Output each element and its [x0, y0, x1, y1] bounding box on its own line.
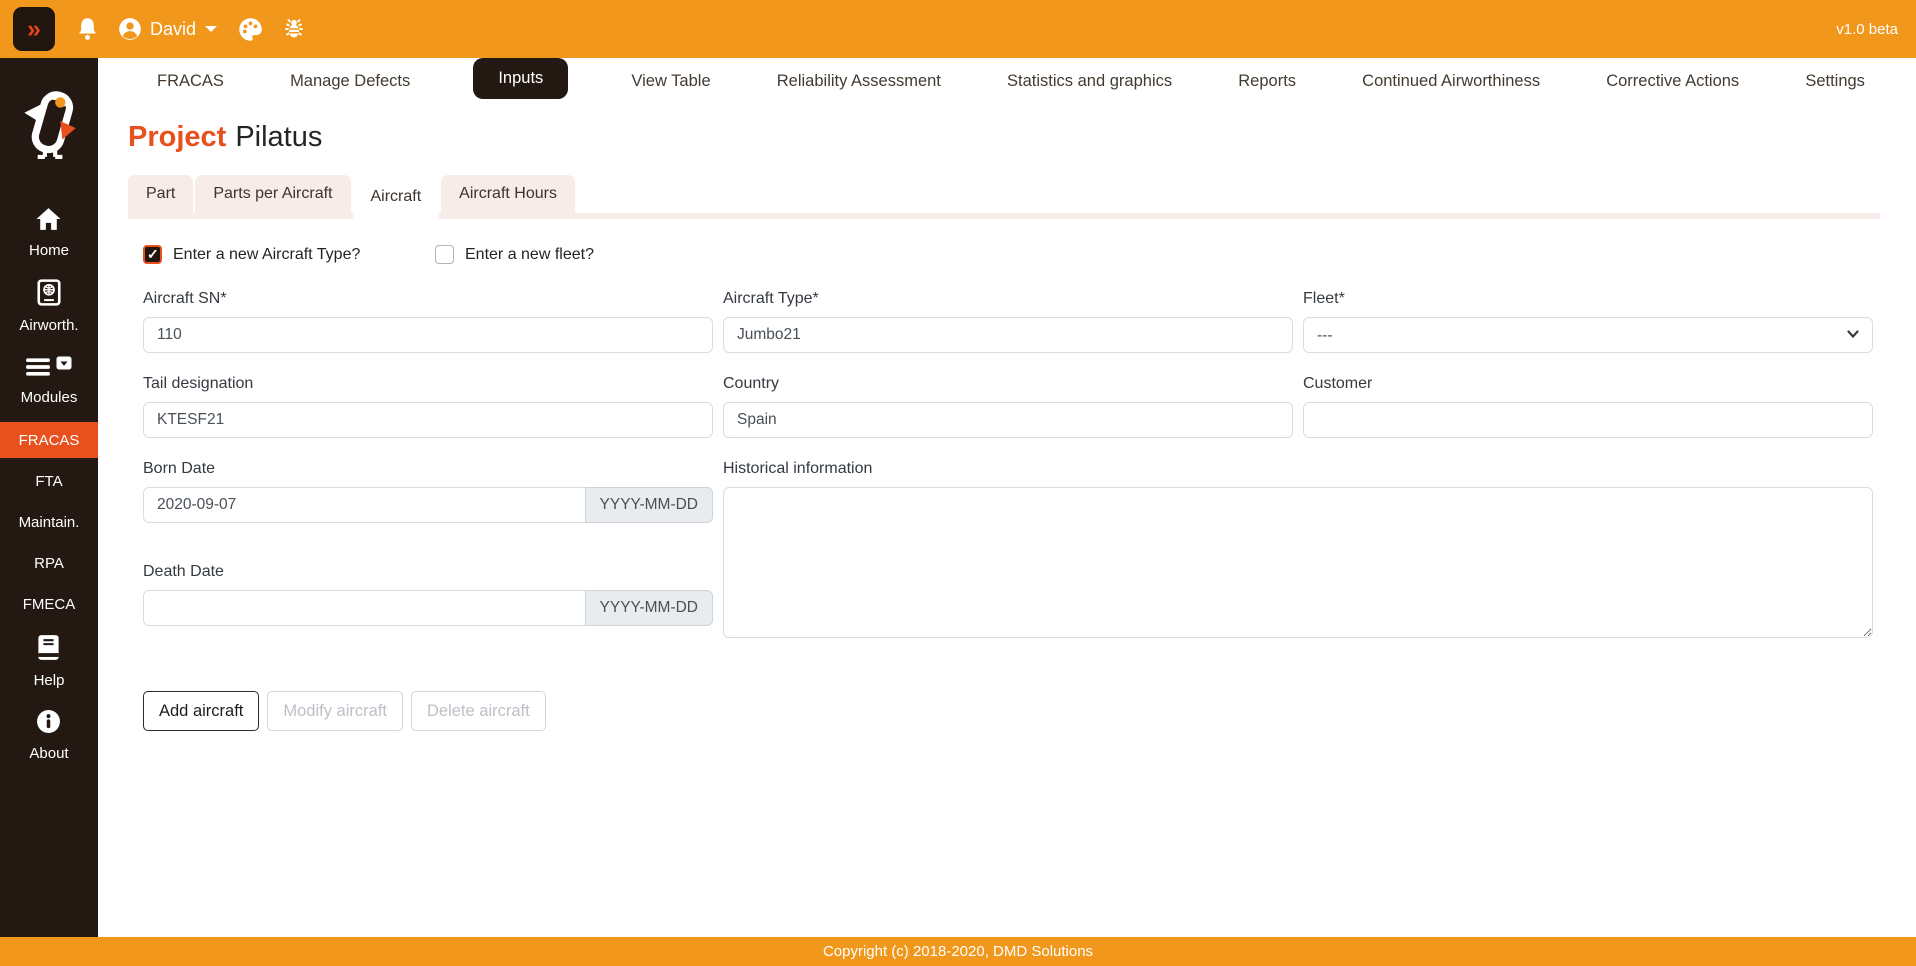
modify-aircraft-button[interactable]: Modify aircraft	[267, 691, 403, 731]
nav-continued-airworthiness[interactable]: Continued Airworthiness	[1359, 58, 1543, 105]
death-date-label: Death Date	[143, 563, 713, 581]
main-content: FRACAS Manage Defects Inputs View Table …	[98, 58, 1916, 937]
born-date-input[interactable]	[143, 487, 586, 523]
aircraft-type-label: Aircraft Type*	[723, 290, 1293, 308]
sidebar-item-about[interactable]: About	[29, 709, 68, 762]
help-book-icon	[36, 634, 61, 666]
double-chevron-icon: »	[27, 17, 41, 42]
aircraft-sn-input[interactable]	[143, 317, 713, 353]
add-aircraft-button[interactable]: Add aircraft	[143, 691, 259, 731]
tab-part[interactable]: Part	[128, 175, 193, 213]
sidebar-item-fmeca[interactable]: FMECA	[23, 596, 76, 613]
user-avatar-icon	[117, 16, 143, 42]
delete-aircraft-button[interactable]: Delete aircraft	[411, 691, 546, 731]
nav-settings[interactable]: Settings	[1802, 58, 1868, 105]
nav-manage-defects[interactable]: Manage Defects	[287, 58, 413, 105]
passport-globe-icon	[37, 279, 61, 311]
nav-fracas[interactable]: FRACAS	[154, 58, 227, 105]
user-name: David	[150, 19, 196, 40]
death-date-format-addon: YYYY-MM-DD	[585, 590, 713, 626]
country-input[interactable]	[723, 402, 1293, 438]
app-logo-bird-icon	[16, 86, 82, 165]
sidebar-item-home[interactable]: Home	[29, 207, 69, 259]
historical-information-textarea[interactable]	[723, 487, 1873, 638]
tab-aircraft-hours[interactable]: Aircraft Hours	[441, 175, 575, 213]
sidebar-item-airworthiness[interactable]: Airworth.	[19, 279, 78, 334]
app-version: v1.0 beta	[1836, 21, 1898, 38]
top-bar: » David v1.0 beta	[0, 0, 1916, 58]
tail-designation-label: Tail designation	[143, 375, 713, 393]
user-menu[interactable]: David	[117, 16, 217, 42]
info-icon	[36, 709, 61, 739]
aircraft-type-input[interactable]	[723, 317, 1293, 353]
aircraft-form: Enter a new Aircraft Type? Enter a new f…	[143, 245, 1873, 731]
nav-view-table[interactable]: View Table	[628, 58, 713, 105]
sidebar-item-maintain[interactable]: Maintain.	[19, 514, 80, 531]
death-date-input[interactable]	[143, 590, 586, 626]
notifications-bell-icon[interactable]	[74, 16, 101, 43]
tail-designation-input[interactable]	[143, 402, 713, 438]
hamburger-menu-icon	[25, 356, 51, 383]
tab-aircraft[interactable]: Aircraft	[353, 175, 440, 219]
historical-information-label: Historical information	[723, 460, 1873, 478]
page-title: Project Pilatus	[128, 121, 1916, 154]
new-aircraft-type-checkbox[interactable]	[143, 245, 162, 264]
customer-label: Customer	[1303, 375, 1873, 393]
fleet-label: Fleet*	[1303, 290, 1873, 308]
tab-parts-per-aircraft[interactable]: Parts per Aircraft	[195, 175, 350, 213]
sidebar-item-fta[interactable]: FTA	[35, 473, 62, 490]
inputs-tabstrip: Part Parts per Aircraft Aircraft Aircraf…	[128, 175, 1880, 219]
sidebar-item-fracas[interactable]: FRACAS	[0, 422, 98, 458]
nav-corrective-actions[interactable]: Corrective Actions	[1603, 58, 1742, 105]
module-nav: FRACAS Manage Defects Inputs View Table …	[98, 58, 1916, 105]
home-icon	[35, 207, 62, 236]
fleet-select[interactable]: ---	[1303, 317, 1873, 353]
nav-inputs[interactable]: Inputs	[473, 58, 568, 99]
chevron-down-icon	[205, 26, 217, 32]
sidebar: Home Airworth. Modules FRACAS FTA Mainta…	[0, 58, 98, 937]
sidebar-collapse-button[interactable]: »	[13, 7, 55, 51]
born-date-label: Born Date	[143, 460, 713, 478]
modules-dropdown-icon[interactable]	[56, 356, 72, 375]
sidebar-item-modules[interactable]: Modules	[21, 356, 78, 406]
nav-reliability-assessment[interactable]: Reliability Assessment	[774, 58, 944, 105]
bug-report-icon[interactable]	[281, 16, 307, 42]
footer: Copyright (c) 2018-2020, DMD Solutions	[0, 937, 1916, 966]
sidebar-item-help[interactable]: Help	[34, 634, 65, 689]
copyright-text: Copyright (c) 2018-2020, DMD Solutions	[823, 943, 1093, 960]
sidebar-item-rpa[interactable]: RPA	[34, 555, 64, 572]
nav-reports[interactable]: Reports	[1235, 58, 1299, 105]
new-aircraft-type-label[interactable]: Enter a new Aircraft Type?	[173, 246, 360, 264]
aircraft-sn-label: Aircraft SN*	[143, 290, 713, 308]
nav-statistics-and-graphics[interactable]: Statistics and graphics	[1004, 58, 1175, 105]
new-fleet-checkbox[interactable]	[435, 245, 454, 264]
customer-input[interactable]	[1303, 402, 1873, 438]
new-fleet-label[interactable]: Enter a new fleet?	[465, 246, 594, 264]
theme-palette-icon[interactable]	[237, 16, 264, 43]
country-label: Country	[723, 375, 1293, 393]
born-date-format-addon: YYYY-MM-DD	[585, 487, 713, 523]
